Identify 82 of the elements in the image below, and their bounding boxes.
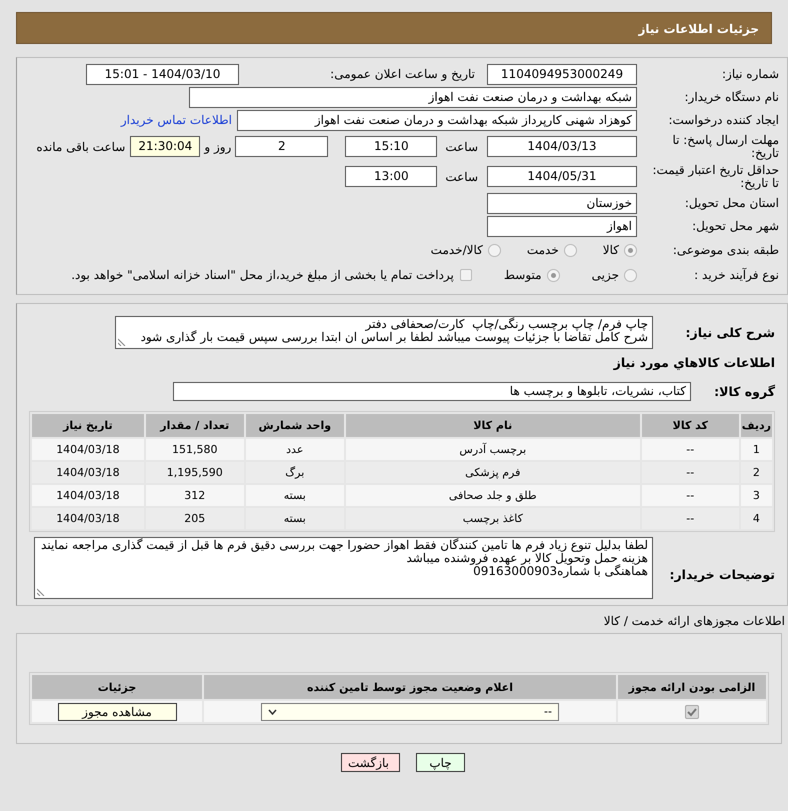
table-cell: -- xyxy=(642,462,739,483)
section-heading: اطلاعات كالاهاي مورد نياز xyxy=(614,355,775,370)
table-cell: بسته xyxy=(246,485,344,506)
field-label: طبقه بندی موضوعی: xyxy=(672,244,779,256)
buyer-contact-link[interactable]: اطلاعات تماس خریدار xyxy=(120,113,232,127)
field-label: گروه کالا: xyxy=(713,384,775,399)
status-dropdown[interactable]: -- xyxy=(261,702,559,720)
table-cell: کاغذ برچسب xyxy=(346,508,640,529)
validity-time-field: 13:00 xyxy=(345,166,438,187)
view-license-button[interactable]: مشاهده مجوز xyxy=(58,702,176,720)
field-label: شماره نیاز: xyxy=(721,68,779,80)
table-cell: 1404/03/18 xyxy=(32,508,144,529)
column-header: تعداد / مقدار xyxy=(146,414,244,437)
table-cell: 312 xyxy=(146,485,244,506)
city-field: اهواز xyxy=(487,216,637,236)
table-cell: برگ xyxy=(246,462,344,483)
table-cell: 1404/03/18 xyxy=(32,462,144,483)
buyer-org-field: شبکه بهداشت و درمان صنعت نفت اهواز xyxy=(189,86,637,108)
table-cell: -- xyxy=(642,439,739,460)
column-header: الزامی بودن ارائه مجوز xyxy=(618,675,766,699)
payment-note: پرداخت تمام یا بخشی از مبلغ خرید،از محل "اسناد خزانه اسلامی" خواهد بود. xyxy=(71,268,454,282)
chevron-down-icon xyxy=(268,708,277,714)
table-cell: بسته xyxy=(246,508,344,529)
validity-date-field: 1404/05/31 xyxy=(487,166,637,187)
field-label: استان محل تحویل: xyxy=(684,196,779,210)
goods-group-field: کتاب، نشریات، تابلوها و برچسب ها xyxy=(173,382,691,401)
section-heading: اطلاعات مجوزهای ارائه خدمت / کالا xyxy=(604,614,785,628)
need-number-field: 1104094953000249 xyxy=(487,64,637,84)
description-field: چاپ فرم/ چاپ برچسب رنگی/چاپ کارت/صحفافی دفتر شرح کامل تقاضا با جزئیات پیوست میباشد لطفا بر اساس ان ابتدا بررسی سپس قیمت بار گذاری شود xyxy=(115,316,653,349)
option-label: متوسط xyxy=(504,268,542,282)
resize-grip-icon[interactable] xyxy=(118,338,126,346)
field-label: تاریخ و ساعت اعلان عمومی: xyxy=(329,67,475,81)
table-cell: فرم پزشکی xyxy=(346,462,640,483)
option-label: کالا/خدمت xyxy=(430,243,483,257)
reply-date-field: 1404/03/13 xyxy=(487,136,637,157)
column-header: کد کالا xyxy=(642,414,739,437)
table-cell: برچسب آدرس xyxy=(346,439,640,460)
table-cell: طلق و جلد صحافی xyxy=(346,485,640,506)
buyer-notes-field: لطفا بدلیل تنوع زیاد فرم ها تامین کنندگان فقط اهواز حضورا جهت بررسی دقیق فرم ها قبل از قیمت گذاری مراجعه نمایند هزینه حمل وتحویل کالا بر عهده فروشنده میباشد هماهنگی با شماره09163000903 xyxy=(34,537,653,599)
field-label: نوع فرآیند خرید : xyxy=(693,268,779,282)
option-label: جزیی xyxy=(592,268,619,282)
column-header: ردیف xyxy=(740,414,772,437)
field-label: شهر محل تحویل: xyxy=(691,220,779,232)
table-cell: 1,195,590 xyxy=(146,462,244,483)
table-cell: عدد xyxy=(246,439,344,460)
table-cell: -- xyxy=(642,508,739,529)
column-header: واحد شمارش xyxy=(246,414,344,437)
reply-time-field: 15:10 xyxy=(345,136,438,157)
option-label: خدمت xyxy=(526,243,559,257)
requester-field: کوهزاد شهنی کارپرداز شبکه بهداشت و درمان صنعت نفت اهواز xyxy=(237,110,637,130)
column-header: جزئیات xyxy=(32,675,202,699)
print-button[interactable]: چاپ xyxy=(416,753,465,772)
field-label: ایجاد کننده درخواست: xyxy=(667,114,779,126)
back-button[interactable]: بازگشت xyxy=(341,753,400,772)
table-cell: 2 xyxy=(740,462,772,483)
column-header: نام کالا xyxy=(346,414,640,437)
resize-grip-icon[interactable] xyxy=(37,588,45,596)
field-label: شرح کلی نیاز: xyxy=(684,325,775,340)
table-cell: 3 xyxy=(740,485,772,506)
field-label: مهلت ارسال پاسخ: تا تاریخ: xyxy=(671,134,779,160)
column-header: تاریخ نیاز xyxy=(32,414,144,437)
field-label: نام دستگاه خریدار: xyxy=(684,90,779,104)
column-header: اعلام وضعیت مجوز توسط تامین کننده xyxy=(204,675,616,699)
table-cell: 1 xyxy=(740,439,772,460)
page-title-bar: جزئیات اطلاعات نیاز xyxy=(16,12,772,44)
table-cell: 4 xyxy=(740,508,772,529)
remaining-label: ساعت باقی مانده xyxy=(36,140,126,154)
option-label: کالا xyxy=(602,243,619,257)
table-cell: 151,580 xyxy=(146,439,244,460)
table-cell: 205 xyxy=(146,508,244,529)
days-field: 2 xyxy=(235,136,328,157)
province-field: خوزستان xyxy=(487,192,637,214)
time-label: ساعت xyxy=(445,170,478,184)
announcement-date-field: 1404/03/10 - 15:01 xyxy=(86,64,239,84)
table-cell: 1404/03/18 xyxy=(32,439,144,460)
time-label: ساعت xyxy=(445,140,478,154)
field-label: حداقل تاریخ اعتبار قیمت: تا تاریخ: xyxy=(651,164,779,190)
field-label: توضیحات خریدار: xyxy=(668,566,775,582)
remaining-time-field: 21:30:04 xyxy=(130,136,200,157)
table-cell: 1404/03/18 xyxy=(32,485,144,506)
days-label: روز و xyxy=(204,140,232,154)
table-cell: -- xyxy=(642,485,739,506)
